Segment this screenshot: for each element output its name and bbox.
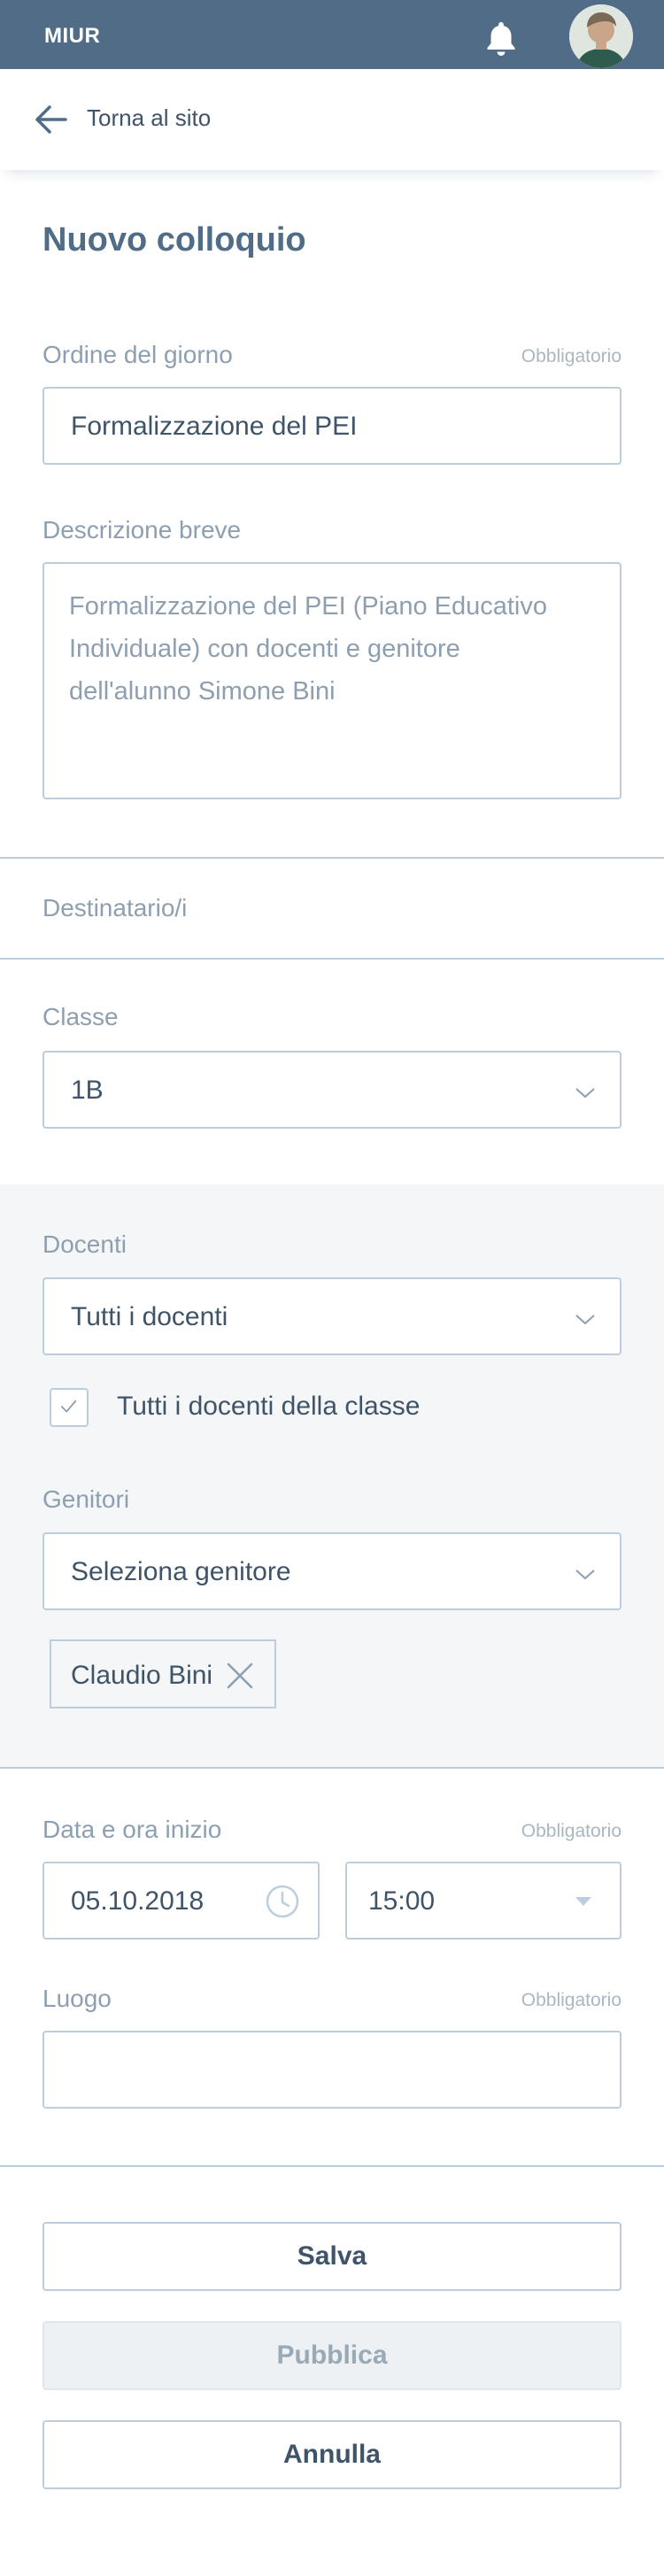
save-button[interactable]: Salva: [42, 2222, 622, 2291]
top-header: MIUR: [0, 0, 664, 69]
place-required-hint: Obbligatorio: [521, 1990, 622, 2010]
agenda-value: Formalizzazione del PEI: [71, 412, 358, 441]
start-date-value: 05.10.2018: [71, 1886, 205, 1916]
divider: [0, 857, 664, 859]
chevron-down-icon: [575, 1570, 595, 1580]
chevron-down-icon: [575, 1315, 595, 1325]
chevron-down-icon: [575, 1088, 595, 1099]
start-time-value: 15:00: [368, 1886, 436, 1916]
start-time-select[interactable]: 15:00: [345, 1862, 622, 1940]
user-avatar[interactable]: [569, 4, 633, 68]
all-teachers-checkbox[interactable]: [50, 1388, 89, 1427]
back-to-site-link[interactable]: Torna al sito: [87, 104, 211, 132]
close-icon[interactable]: [225, 1661, 255, 1691]
class-value: 1B: [71, 1076, 104, 1105]
class-select[interactable]: 1B: [42, 1051, 622, 1129]
agenda-label: Ordine del giorno: [42, 341, 233, 368]
checkmark-icon: [60, 1400, 77, 1413]
place-input[interactable]: [42, 2031, 622, 2109]
page-title: Nuovo colloquio: [42, 221, 306, 258]
start-date-input[interactable]: 05.10.2018: [42, 1862, 320, 1940]
agenda-required-hint: Obbligatorio: [521, 346, 622, 366]
cancel-button[interactable]: Annulla: [42, 2420, 622, 2489]
chip-label: Claudio Bini: [71, 1661, 213, 1690]
divider: [0, 1767, 664, 1769]
avatar-image: [569, 4, 633, 68]
description-textarea[interactable]: Formalizzazione del PEI (Piano Educativo…: [42, 562, 622, 799]
description-value: Formalizzazione del PEI (Piano Educativo…: [69, 592, 547, 706]
recipients-label: Destinatario/i: [42, 894, 188, 922]
place-label: Luogo: [42, 1985, 112, 2012]
caret-down-icon: [575, 1897, 591, 1906]
agenda-input[interactable]: Formalizzazione del PEI: [42, 387, 622, 465]
publish-button[interactable]: Pubblica: [42, 2321, 622, 2390]
teachers-select[interactable]: Tutti i docenti: [42, 1277, 622, 1355]
start-required-hint: Obbligatorio: [521, 1821, 622, 1841]
divider: [0, 2165, 664, 2167]
description-label: Descrizione breve: [42, 516, 242, 544]
teachers-value: Tutti i docenti: [71, 1302, 228, 1331]
parents-placeholder: Seleziona genitore: [71, 1557, 291, 1586]
clock-icon[interactable]: [265, 1884, 300, 1919]
teachers-label: Docenti: [42, 1230, 127, 1258]
start-label: Data e ora inizio: [42, 1816, 222, 1843]
brand-logo[interactable]: MIUR: [44, 24, 100, 49]
all-teachers-label[interactable]: Tutti i docenti della classe: [117, 1392, 420, 1422]
class-label: Classe: [42, 1003, 119, 1030]
parents-label: Genitori: [42, 1485, 130, 1513]
back-bar: Torna al sito: [0, 69, 664, 170]
arrow-left-icon[interactable]: [34, 104, 69, 135]
bell-icon[interactable]: [480, 17, 522, 59]
selected-parent-chip: Claudio Bini: [50, 1639, 276, 1708]
parents-select[interactable]: Seleziona genitore: [42, 1532, 622, 1610]
divider: [0, 958, 664, 960]
